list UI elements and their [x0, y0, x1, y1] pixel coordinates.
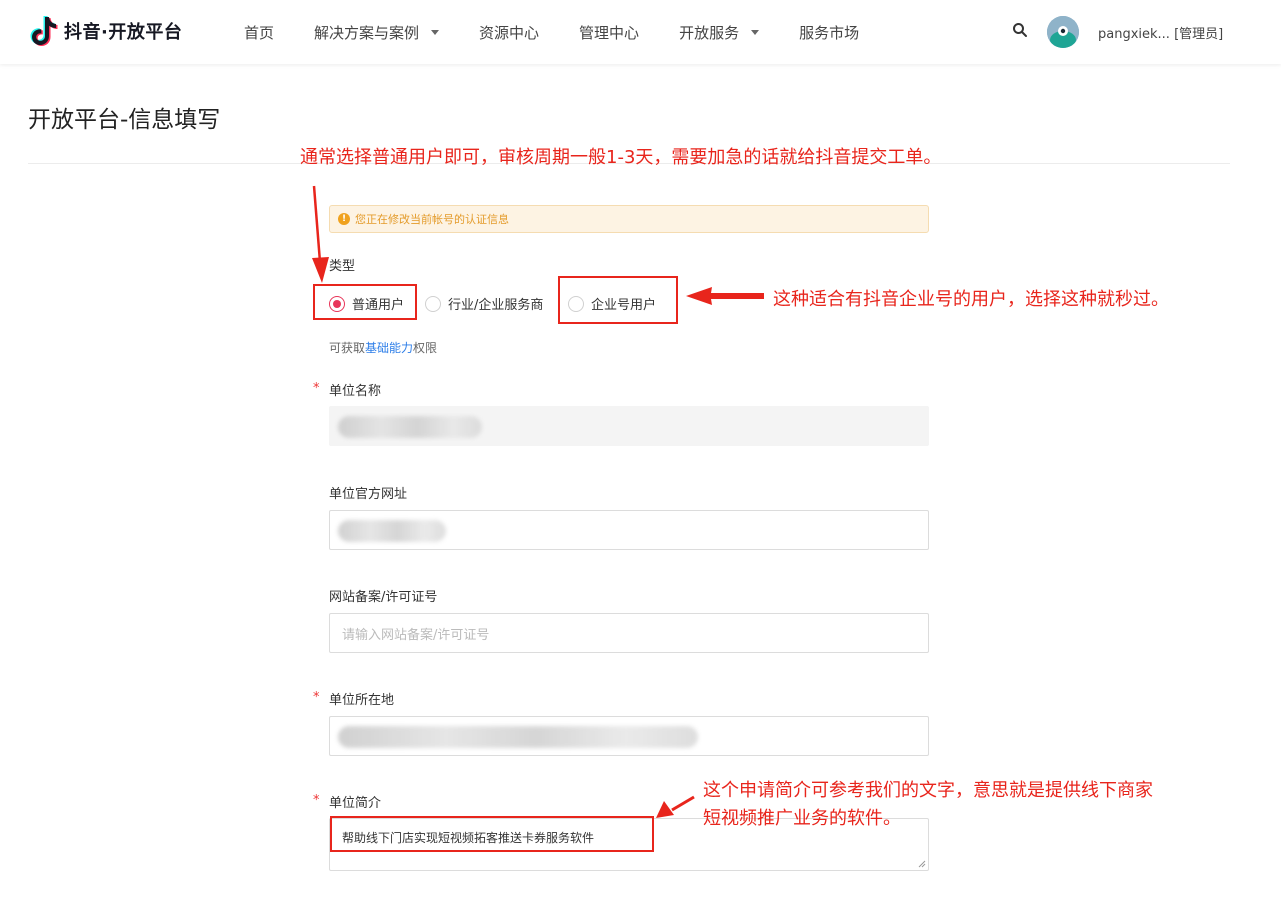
page-title: 开放平台-信息填写 — [28, 107, 221, 133]
exclamation-icon: ! — [338, 213, 350, 225]
arrow-left-down-icon — [656, 795, 695, 818]
caret-down-icon — [751, 29, 760, 35]
redacted-value — [338, 416, 482, 438]
caret-down-icon — [431, 29, 440, 35]
required-mark: * — [313, 381, 320, 396]
nav-label: 资源中心 — [479, 23, 540, 42]
website-label: 单位官方网址 — [329, 487, 408, 502]
icp-label: 网站备案/许可证号 — [329, 590, 438, 605]
nav-item-resources[interactable]: 资源中心 — [479, 22, 539, 43]
nav-label: 解决方案与案例 — [314, 23, 420, 42]
logo[interactable]: 抖音·开放平台 — [30, 14, 182, 48]
company-name-field — [329, 406, 929, 446]
basic-capability-link[interactable]: 基础能力 — [365, 341, 413, 355]
required-mark: * — [313, 793, 320, 808]
nav-item-management[interactable]: 管理中心 — [579, 22, 639, 43]
icp-placeholder: 请输入网站备案/许可证号 — [342, 627, 490, 643]
logo-text: 抖音·开放平台 — [64, 22, 183, 43]
redacted-value — [338, 520, 446, 542]
nav-label: 服务市场 — [799, 23, 860, 42]
arrow-down-icon — [312, 185, 329, 283]
nav-item-solutions[interactable]: 解决方案与案例 — [314, 22, 440, 43]
permission-hint: 可获取基础能力权限 — [329, 339, 437, 356]
annotation-top: 通常选择普通用户即可，审核周期一般1-3天，需要加急的话就给抖音提交工单。 — [300, 147, 942, 168]
nav-item-open-services[interactable]: 开放服务 — [679, 22, 760, 43]
type-label: 类型 — [329, 259, 356, 274]
search-icon[interactable] — [1012, 22, 1028, 38]
nav-item-service-market[interactable]: 服务市场 — [799, 22, 859, 43]
required-mark: * — [313, 690, 320, 705]
radio-industry-provider[interactable]: 行业/企业服务商 — [425, 294, 543, 313]
annotation-intro-line1: 这个申请简介可参考我们的文字，意思就是提供线下商家 — [703, 780, 1153, 801]
company-name-label: 单位名称 — [329, 384, 382, 399]
redacted-value — [338, 726, 698, 748]
douyin-logo-icon — [30, 14, 58, 48]
icp-field[interactable]: 请输入网站备案/许可证号 — [329, 613, 929, 653]
user-name[interactable]: pangxiek... [管理员] — [1098, 23, 1223, 42]
highlight-intro-text — [330, 816, 654, 852]
resize-handle-icon[interactable] — [918, 860, 926, 868]
annotation-arrows — [312, 185, 764, 818]
hint-prefix: 可获取 — [329, 341, 366, 355]
arrow-left-icon — [686, 287, 764, 305]
annotation-enterprise: 这种适合有抖音企业号的用户，选择这种就秒过。 — [773, 289, 1169, 310]
radio-label: 行业/企业服务商 — [448, 298, 544, 313]
notice-text: 您正在修改当前帐号的认证信息 — [355, 213, 509, 226]
location-field[interactable] — [329, 716, 929, 756]
highlight-enterprise-user — [558, 276, 678, 324]
avatar[interactable] — [1047, 16, 1079, 48]
highlight-normal-user — [313, 284, 417, 320]
nav-label: 管理中心 — [579, 23, 640, 42]
location-label: 单位所在地 — [329, 693, 395, 708]
intro-label: 单位简介 — [329, 796, 382, 811]
annotation-intro-line2: 短视频推广业务的软件。 — [703, 808, 901, 829]
main-nav: 首页 解决方案与案例 资源中心 管理中心 开放服务 服务市场 — [244, 0, 899, 64]
hint-suffix: 权限 — [413, 341, 438, 355]
notice-banner: ! 您正在修改当前帐号的认证信息 — [329, 205, 929, 233]
radio-unchecked-icon — [425, 295, 441, 312]
nav-item-home[interactable]: 首页 — [244, 22, 274, 43]
nav-label: 首页 — [244, 23, 275, 42]
top-header: 抖音·开放平台 首页 解决方案与案例 资源中心 管理中心 开放服务 服务市场 p… — [0, 0, 1281, 64]
website-field[interactable] — [329, 510, 929, 550]
nav-label: 开放服务 — [679, 23, 740, 42]
